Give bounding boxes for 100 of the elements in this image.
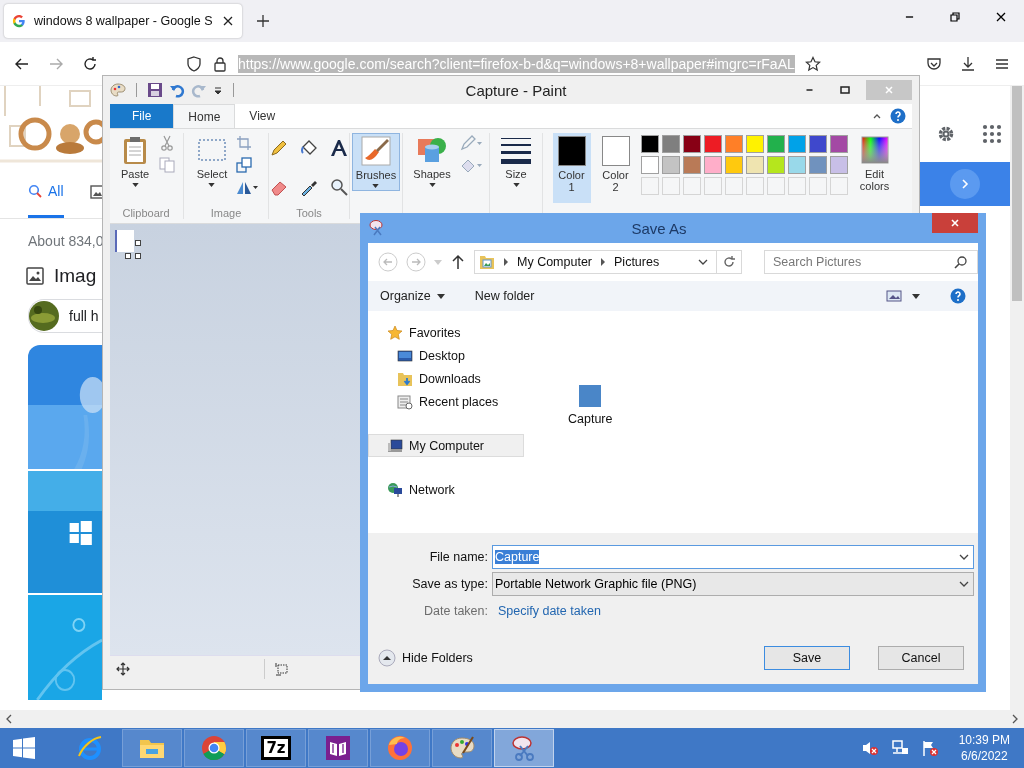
search-field[interactable]: Search Pictures <box>764 250 978 274</box>
palette-swatch[interactable] <box>661 135 680 153</box>
color-button[interactable]: Color 1 <box>552 133 591 203</box>
empty-swatch[interactable] <box>724 177 743 195</box>
date-taken-link[interactable]: Specify date taken <box>492 603 601 618</box>
chevron-down-icon[interactable] <box>698 257 708 267</box>
taskbar-app[interactable] <box>308 729 368 767</box>
palette-swatch[interactable] <box>703 156 722 174</box>
brushes-button[interactable]: Brushes <box>351 133 401 191</box>
nav-item[interactable]: Recent places <box>368 390 524 413</box>
empty-swatch[interactable] <box>745 177 764 195</box>
resize-icon[interactable] <box>236 157 253 173</box>
crop-icon[interactable] <box>236 135 253 151</box>
paste-button[interactable]: Paste <box>117 133 153 189</box>
empty-swatch[interactable] <box>766 177 785 195</box>
address-bar[interactable]: My Computer Pictures <box>474 250 742 274</box>
scissors-icon[interactable] <box>159 135 175 151</box>
save-icon[interactable] <box>147 82 163 98</box>
chevron-icon[interactable] <box>503 258 509 266</box>
palette-swatch[interactable] <box>808 156 827 174</box>
dropdown-icon[interactable] <box>912 293 920 299</box>
nav-item[interactable]: Network <box>368 478 524 501</box>
help-icon[interactable] <box>950 288 966 304</box>
flag-icon[interactable] <box>920 739 939 757</box>
canvas[interactable] <box>115 230 143 260</box>
taskbar-app[interactable]: 7z <box>246 729 306 767</box>
dropdown-icon[interactable] <box>213 85 223 95</box>
palette-swatch[interactable] <box>766 135 785 153</box>
speaker-muted-icon[interactable] <box>860 739 879 757</box>
dialog-button[interactable]: Cancel <box>878 646 964 670</box>
image-icon[interactable] <box>89 185 104 199</box>
breadcrumb-item[interactable]: My Computer <box>517 255 593 269</box>
file-item[interactable]: Capture <box>568 385 613 426</box>
nav-item[interactable]: Downloads <box>368 367 524 390</box>
empty-swatch[interactable] <box>682 177 701 195</box>
fill-icon[interactable] <box>459 157 482 173</box>
network-icon[interactable] <box>890 739 909 757</box>
palette-swatch[interactable] <box>787 135 806 153</box>
palette-swatch[interactable] <box>661 156 680 174</box>
filter-chip[interactable]: full h <box>28 299 102 333</box>
empty-swatch[interactable] <box>640 177 659 195</box>
new-folder-button[interactable]: New folder <box>474 289 535 303</box>
palette-swatch[interactable] <box>703 135 722 153</box>
palette-swatch[interactable] <box>829 156 848 174</box>
star-icon[interactable] <box>804 55 821 72</box>
download-icon[interactable] <box>960 55 976 72</box>
magnifier-icon[interactable] <box>330 178 348 196</box>
palette-swatch[interactable] <box>682 135 701 153</box>
close-button[interactable] <box>932 213 978 233</box>
palette-swatch[interactable] <box>829 135 848 153</box>
search-tab[interactable]: All <box>28 166 64 218</box>
close-icon[interactable] <box>222 15 234 27</box>
undo-icon[interactable] <box>169 82 185 98</box>
empty-swatch[interactable] <box>787 177 806 195</box>
nav-item[interactable]: Favorites <box>368 321 524 344</box>
palette-swatch[interactable] <box>724 156 743 174</box>
start-icon[interactable] <box>12 736 36 760</box>
view-icon[interactable] <box>886 288 902 304</box>
palette-swatch[interactable] <box>640 156 659 174</box>
apps-icon[interactable] <box>982 124 1002 144</box>
color-picker-icon[interactable] <box>300 178 318 196</box>
palette-icon[interactable] <box>110 82 126 98</box>
browser-tab[interactable]: windows 8 wallpaper - Google S <box>4 4 242 38</box>
palette-swatch[interactable] <box>745 135 764 153</box>
scroll-left-icon[interactable] <box>4 714 14 724</box>
color-button[interactable]: Color 2 <box>596 133 635 203</box>
dialog-button[interactable]: Save <box>764 646 850 670</box>
empty-swatch[interactable] <box>703 177 722 195</box>
organize-button[interactable]: Organize <box>380 289 445 303</box>
file-name-field[interactable]: Capture <box>492 544 974 569</box>
chevron-icon[interactable] <box>600 258 607 266</box>
ribbon-tab[interactable]: Home <box>173 104 236 128</box>
palette-swatch[interactable] <box>787 156 806 174</box>
next-button[interactable] <box>950 169 980 199</box>
palette-swatch[interactable] <box>745 156 764 174</box>
text-tool-icon[interactable] <box>330 139 348 157</box>
scrollbar[interactable] <box>0 710 1024 728</box>
select-button[interactable]: Select <box>193 133 231 189</box>
scroll-right-icon[interactable] <box>1010 714 1020 724</box>
nav-item[interactable]: Desktop <box>368 344 524 367</box>
size-button[interactable]: Size <box>498 133 534 189</box>
breadcrumb-item[interactable]: Pictures <box>614 255 660 269</box>
help-icon[interactable] <box>890 108 906 124</box>
palette-swatch[interactable] <box>640 135 659 153</box>
empty-swatch[interactable] <box>829 177 848 195</box>
edit-colors-button[interactable]: Edit colors <box>853 133 896 194</box>
new-tab-icon[interactable] <box>256 14 270 28</box>
fill-bucket-icon[interactable] <box>300 139 318 157</box>
file-type-dropdown[interactable]: Portable Network Graphic file (PNG) <box>492 571 974 596</box>
nav-item[interactable]: My Computer <box>368 434 524 457</box>
palette-swatch[interactable] <box>766 156 785 174</box>
clock-time[interactable]: 10:39 PM <box>958 732 1010 748</box>
taskbar-app[interactable] <box>494 729 554 767</box>
up-icon[interactable] <box>450 254 466 270</box>
scrollbar[interactable] <box>1010 86 1024 710</box>
palette-swatch[interactable] <box>682 156 701 174</box>
pencil-icon[interactable] <box>270 139 288 157</box>
reload-icon[interactable] <box>82 55 98 72</box>
hide-folders-button[interactable]: Hide Folders <box>378 649 473 667</box>
ribbon-tab[interactable]: View <box>235 104 290 128</box>
